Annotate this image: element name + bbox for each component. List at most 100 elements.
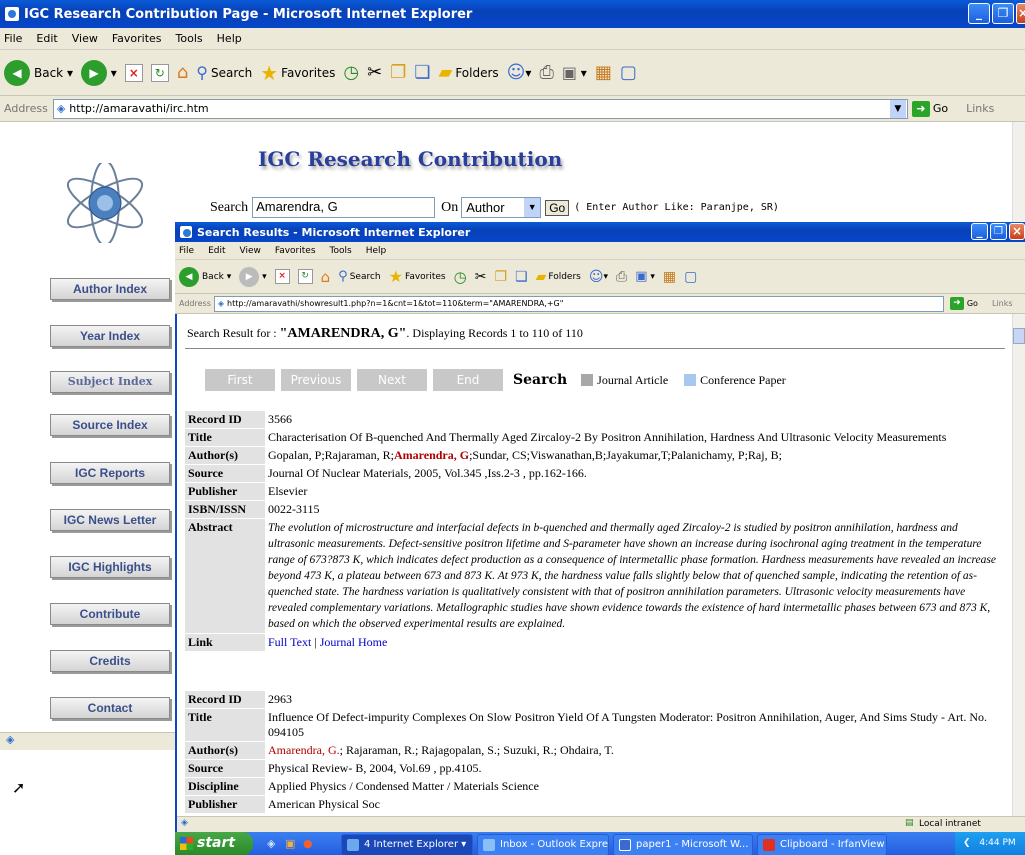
inner-scrollbar[interactable] <box>1012 314 1025 816</box>
stop-button[interactable]: × <box>124 63 143 82</box>
ie-status-icon: ◈ <box>6 733 15 746</box>
messenger-button[interactable]: ☺ ▾ <box>507 62 532 83</box>
close-button[interactable]: × <box>1016 3 1025 24</box>
author-search-input[interactable]: Amarendra, G <box>252 197 436 218</box>
copy-button[interactable]: ❐ <box>390 62 406 83</box>
scroll-thumb[interactable] <box>1013 328 1025 344</box>
inner-stop-button[interactable]: × <box>274 269 290 284</box>
inner-menu-view[interactable]: View <box>240 246 261 256</box>
links-button[interactable]: Links <box>966 102 994 115</box>
inner-research-button[interactable]: ▦ <box>663 269 676 285</box>
inner-home-button[interactable]: ⌂ <box>321 268 331 286</box>
nav-igc-reports[interactable]: IGC Reports <box>50 462 170 484</box>
record-id-label: Record ID <box>185 691 265 708</box>
journal-home-link[interactable]: Journal Home <box>320 635 388 649</box>
full-text-link[interactable]: Full Text <box>268 635 311 649</box>
inner-go-button[interactable]: ➜ Go <box>949 297 978 310</box>
inner-cut-button[interactable]: ✂ <box>475 269 487 285</box>
minimize-button[interactable]: _ <box>968 3 990 24</box>
task-outlook-express[interactable]: Inbox - Outlook Express <box>477 834 609 855</box>
task-irfanview[interactable]: Clipboard - IrfanView <box>757 834 887 855</box>
quicklaunch-ie-icon[interactable]: ◈ <box>267 837 275 850</box>
refresh-button[interactable]: ↻ <box>150 63 169 82</box>
address-input[interactable]: ◈ http://amaravathi/irc.htm <box>52 98 908 119</box>
next-button[interactable]: Next <box>357 369 427 391</box>
inner-page-button[interactable]: ▢ <box>684 269 697 285</box>
address-dropdown[interactable]: ▼ <box>889 99 906 118</box>
print-button[interactable]: ⎙ <box>539 62 553 83</box>
nav-source-index[interactable]: Source Index <box>50 414 170 436</box>
home-button[interactable]: ⌂ <box>177 62 188 83</box>
inner-close-button[interactable]: × <box>1009 223 1025 240</box>
nav-contribute[interactable]: Contribute <box>50 603 170 625</box>
source-value: Physical Review- B, 2004, Vol.69 , pp.41… <box>268 761 482 775</box>
outlook-icon <box>483 839 495 851</box>
nav-year-index[interactable]: Year Index <box>50 325 170 347</box>
search-logo[interactable]: Search <box>513 372 567 388</box>
field-select[interactable]: Author ▼ <box>461 197 542 218</box>
end-button[interactable]: End <box>433 369 503 391</box>
favorites-button[interactable]: ★ Favorites <box>260 61 335 85</box>
task-microsoft-word[interactable]: paper1 - Microsoft W... <box>613 834 753 855</box>
edit-button[interactable]: ▣ ▾ <box>562 63 587 82</box>
inner-links-button[interactable]: Links <box>992 299 1013 308</box>
menu-file[interactable]: File <box>4 32 22 45</box>
inner-menu-help[interactable]: Help <box>366 246 387 256</box>
forward-button[interactable]: ▶ ▾ <box>80 59 117 86</box>
inner-messenger-button[interactable]: ☺ ▾ <box>589 269 608 285</box>
inner-folders-button[interactable]: ▰ Folders <box>536 269 581 285</box>
inner-menu-tools[interactable]: Tools <box>330 246 352 256</box>
nav-author-index[interactable]: Author Index <box>50 278 170 300</box>
menu-tools[interactable]: Tools <box>176 32 203 45</box>
page-button[interactable]: ▢ <box>620 62 637 83</box>
inner-forward-button[interactable]: ▶ ▾ <box>239 266 267 287</box>
cut-button[interactable]: ✂ <box>367 62 382 83</box>
inner-history-button[interactable]: ◷ <box>454 268 467 286</box>
quicklaunch-desktop-icon[interactable]: ▣ <box>285 837 295 850</box>
search-go-button[interactable]: Go <box>545 199 570 216</box>
tray-chevron-icon[interactable]: ❮ <box>963 838 971 848</box>
inner-copy-button[interactable]: ❐ <box>494 269 507 285</box>
research-button[interactable]: ▦ <box>595 62 612 83</box>
nav-igc-news-letter[interactable]: IGC News Letter <box>50 509 170 531</box>
inner-print-button[interactable]: ⎙ <box>616 269 627 285</box>
inner-minimize-button[interactable]: _ <box>971 223 988 240</box>
go-button[interactable]: ➜ Go <box>911 100 948 117</box>
maximize-button[interactable]: ❐ <box>992 3 1014 24</box>
nav-credits[interactable]: Credits <box>50 650 170 672</box>
search-label: Search <box>210 199 249 215</box>
menu-edit[interactable]: Edit <box>36 32 57 45</box>
history-button[interactable]: ◷ <box>343 62 359 83</box>
record-row: Source Journal Of Nuclear Materials, 2005… <box>185 465 1005 482</box>
quicklaunch-media-icon[interactable]: ● <box>303 837 313 850</box>
nav-subject-index[interactable]: Subject Index <box>50 371 170 393</box>
inner-title-bar[interactable]: Search Results - Microsoft Internet Expl… <box>175 222 1025 242</box>
inner-refresh-button[interactable]: ↻ <box>297 269 313 284</box>
inner-maximize-button[interactable]: ❐ <box>990 223 1007 240</box>
task-internet-explorer[interactable]: 4 Internet Explorer ▾ <box>341 834 473 855</box>
inner-address-input[interactable]: ◈ http://amaravathi/showresult1.php?n=1&… <box>213 295 944 312</box>
inner-paste-button[interactable]: ❏ <box>515 269 528 285</box>
page-icon: ▢ <box>619 62 637 83</box>
inner-favorites-button[interactable]: ★ Favorites <box>389 267 446 286</box>
nav-igc-highlights[interactable]: IGC Highlights <box>50 556 170 578</box>
inner-menu-favorites[interactable]: Favorites <box>275 246 316 256</box>
search-button[interactable]: ⚲ Search <box>196 63 252 82</box>
paste-button[interactable]: ❏ <box>414 62 430 83</box>
inner-menu-edit[interactable]: Edit <box>208 246 225 256</box>
link-label: Link <box>185 634 265 651</box>
start-button[interactable]: start <box>175 832 253 855</box>
nav-contact[interactable]: Contact <box>50 697 170 719</box>
back-button[interactable]: ◀ Back ▾ <box>4 59 73 86</box>
menu-favorites[interactable]: Favorites <box>112 32 162 45</box>
inner-menu-file[interactable]: File <box>179 246 194 256</box>
inner-edit-button[interactable]: ▣ ▾ <box>635 269 655 284</box>
inner-back-button[interactable]: ◀ Back ▾ <box>179 266 231 287</box>
menu-help[interactable]: Help <box>217 32 242 45</box>
inner-search-button[interactable]: ⚲ Search <box>338 269 380 284</box>
outer-title-bar[interactable]: IGC Research Contribution Page - Microso… <box>0 0 1025 28</box>
folders-button[interactable]: ▰ Folders <box>438 62 498 83</box>
first-button[interactable]: First <box>205 369 275 391</box>
menu-view[interactable]: View <box>72 32 98 45</box>
previous-button[interactable]: Previous <box>281 369 351 391</box>
